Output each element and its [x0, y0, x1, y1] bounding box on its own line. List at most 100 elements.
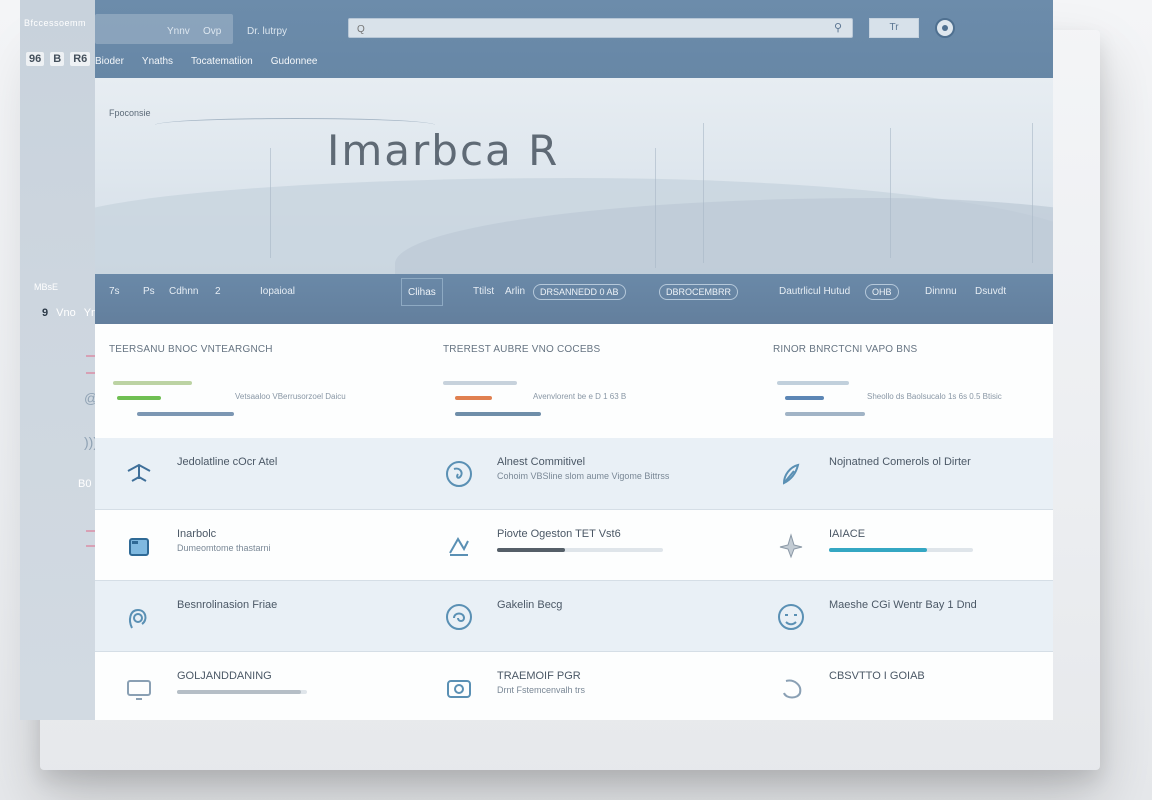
toolbar-item[interactable]: 2: [215, 286, 221, 297]
monitor-icon: [121, 670, 157, 706]
summary-panel: TEERSANU BNOC VNTEARGNCH TREREST AUBRE V…: [95, 324, 1053, 438]
feature-cell[interactable]: Piovte Ogeston TET Vst6: [415, 510, 725, 581]
feature-row: GOLJANDDANING TRAEMOIF PGR Drnt Fstemcen…: [95, 652, 1053, 720]
hero-line: [655, 148, 656, 268]
rail-nav-item[interactable]: Vno: [56, 307, 76, 319]
feature-title: Besnrolinasion Friae: [177, 599, 278, 611]
loop-icon: [121, 599, 157, 635]
feather-icon: [773, 456, 809, 492]
feature-cell[interactable]: Besnrolinasion Friae: [95, 581, 405, 652]
subnav-item[interactable]: Ynaths: [142, 56, 173, 67]
feature-row: Jedolatline cOcr Atel Alnest Commitivel …: [95, 438, 1053, 509]
feature-title: GOLJANDDANING: [177, 670, 272, 682]
leaf-icon: [773, 528, 809, 564]
search-icon[interactable]: ⚲: [828, 21, 848, 35]
summary-col: TREREST AUBRE VNO COCEBS: [443, 344, 723, 355]
hero-line: [270, 148, 271, 258]
feature-title: Jedolatline cOcr Atel: [177, 456, 278, 468]
folder-icon: [121, 528, 157, 564]
toolbar-item[interactable]: Cdhnn: [169, 286, 198, 297]
toolbar-link[interactable]: Dinnnu: [925, 286, 957, 297]
summary-col: RINOR BNRCTCNI VAPO BNS: [773, 344, 1053, 355]
top-bar: Ynnv Ovp Dr. lutrpy ⚲ Tr Bioder Ynaths T…: [95, 0, 1053, 78]
toolbar: 7s Ps Cdhnn 2 Iopaioal Clihas Ttilst Arl…: [95, 274, 1053, 324]
spiral-icon: [441, 599, 477, 635]
toolbar-item[interactable]: 7s: [109, 286, 120, 297]
summary-bar: [777, 381, 849, 385]
summary-bar: [455, 412, 541, 416]
feature-cell[interactable]: GOLJANDDANING: [95, 652, 405, 723]
feature-title: Inarbolc: [177, 528, 217, 540]
top-link[interactable]: Ovp: [203, 26, 221, 37]
subnav-item[interactable]: Tocatematiion: [191, 56, 253, 67]
top-action-button[interactable]: Tr: [869, 18, 919, 38]
feature-cell[interactable]: Gakelin Becg: [415, 581, 725, 652]
toolbar-filter-label[interactable]: Iopaioal: [260, 286, 295, 297]
subnav-item[interactable]: Bioder: [95, 56, 124, 67]
summary-bar: [785, 396, 824, 400]
feature-title: Gakelin Becg: [497, 599, 563, 611]
toolbar-pill-2[interactable]: DBROCEMBRR: [659, 284, 739, 300]
summary-bar: [785, 412, 865, 416]
toolbar-pill-1[interactable]: DRSANNEDD 0 AB: [533, 284, 626, 300]
feature-cell[interactable]: Alnest Commitivel Cohoim VBSline slom au…: [415, 438, 725, 509]
camera-icon: [441, 670, 477, 706]
summary-title: RINOR BNRCTCNI VAPO BNS: [773, 344, 918, 355]
rail-nav-item[interactable]: 9: [42, 307, 48, 319]
feature-cell[interactable]: Jedolatline cOcr Atel: [95, 438, 405, 509]
summary-note: Avenvlorent be e D 1 63 B: [533, 392, 627, 401]
progress-bar: [829, 548, 973, 552]
rail-tool-3[interactable]: R6: [70, 52, 91, 66]
hero-line: [1032, 123, 1033, 263]
subnav-item[interactable]: Gudonnee: [271, 56, 318, 67]
rail-tool-2[interactable]: B: [50, 52, 65, 66]
rail-tool-1[interactable]: 96: [26, 52, 45, 66]
summary-bar: [113, 381, 192, 385]
summary-bar: [455, 396, 492, 400]
feature-cell[interactable]: IAIACE: [747, 510, 1057, 581]
top-link[interactable]: Ynnv: [167, 26, 190, 37]
feature-subtitle: Dumeomtome thastarni: [177, 543, 271, 553]
toolbar-pill-3[interactable]: OHB: [865, 284, 899, 300]
left-rail: Bfccessoemm 96 B R6 MBsE 9 Vno Ynno @ ))…: [20, 0, 109, 720]
top-link[interactable]: Dr. lutrpy: [247, 26, 287, 37]
feature-cell[interactable]: Inarbolc Dumeomtome thastarni: [95, 510, 405, 581]
progress-bar: [497, 548, 663, 552]
hero-kicker: Fpoconsie: [109, 108, 151, 118]
summary-col: TEERSANU BNOC VNTEARGNCH: [109, 344, 389, 355]
face-icon: [773, 599, 809, 635]
toolbar-box-1[interactable]: Clihas: [401, 278, 443, 306]
summary-title: TREREST AUBRE VNO COCEBS: [443, 344, 601, 355]
summary-note: Vetsaaloo VBerrusorzoel Daicu: [235, 392, 346, 401]
toolbar-link[interactable]: Dautrlicul Hutud: [779, 286, 850, 297]
feature-cell[interactable]: TRAEMOIF PGR Drnt Fstemcenvalh trs: [415, 652, 725, 723]
feature-cell[interactable]: Nojnatned Comerols ol Dirter: [747, 438, 1057, 509]
summary-title: TEERSANU BNOC VNTEARGNCH: [109, 344, 273, 355]
chart-icon: [441, 528, 477, 564]
hero-banner: Fpoconsie Imarbca R: [95, 78, 1053, 274]
rail-section-label: MBsE: [34, 282, 59, 292]
compass-icon: [441, 456, 477, 492]
summary-bar: [137, 412, 234, 416]
feature-title: TRAEMOIF PGR: [497, 670, 581, 682]
windmill-icon: [121, 456, 157, 492]
feature-cell[interactable]: Maeshe CGi Wentr Bay 1 Dnd: [747, 581, 1057, 652]
search-input[interactable]: [349, 20, 819, 39]
toolbar-item[interactable]: Ps: [143, 286, 155, 297]
toolbar-prefix: Ttilst: [473, 286, 495, 297]
progress-fill: [829, 548, 927, 552]
progress-fill: [177, 690, 301, 694]
hero-line: [703, 123, 704, 263]
feature-title: Piovte Ogeston TET Vst6: [497, 528, 621, 540]
rail-tools: 96 B R6: [26, 52, 91, 66]
feature-cell[interactable]: CBSVTTO I GOIAB: [747, 652, 1057, 723]
feature-row: Inarbolc Dumeomtome thastarni Piovte Oge…: [95, 510, 1053, 581]
feature-title: CBSVTTO I GOIAB: [829, 670, 925, 682]
toolbar-link[interactable]: Dsuvdt: [975, 286, 1006, 297]
rail-brand: Bfccessoemm: [24, 18, 87, 28]
summary-bar: [443, 381, 517, 385]
avatar[interactable]: [935, 18, 955, 38]
app-window: Ynnv Ovp Dr. lutrpy ⚲ Tr Bioder Ynaths T…: [95, 0, 1053, 720]
feature-title: Maeshe CGi Wentr Bay 1 Dnd: [829, 599, 977, 611]
search-box[interactable]: ⚲: [348, 18, 853, 39]
